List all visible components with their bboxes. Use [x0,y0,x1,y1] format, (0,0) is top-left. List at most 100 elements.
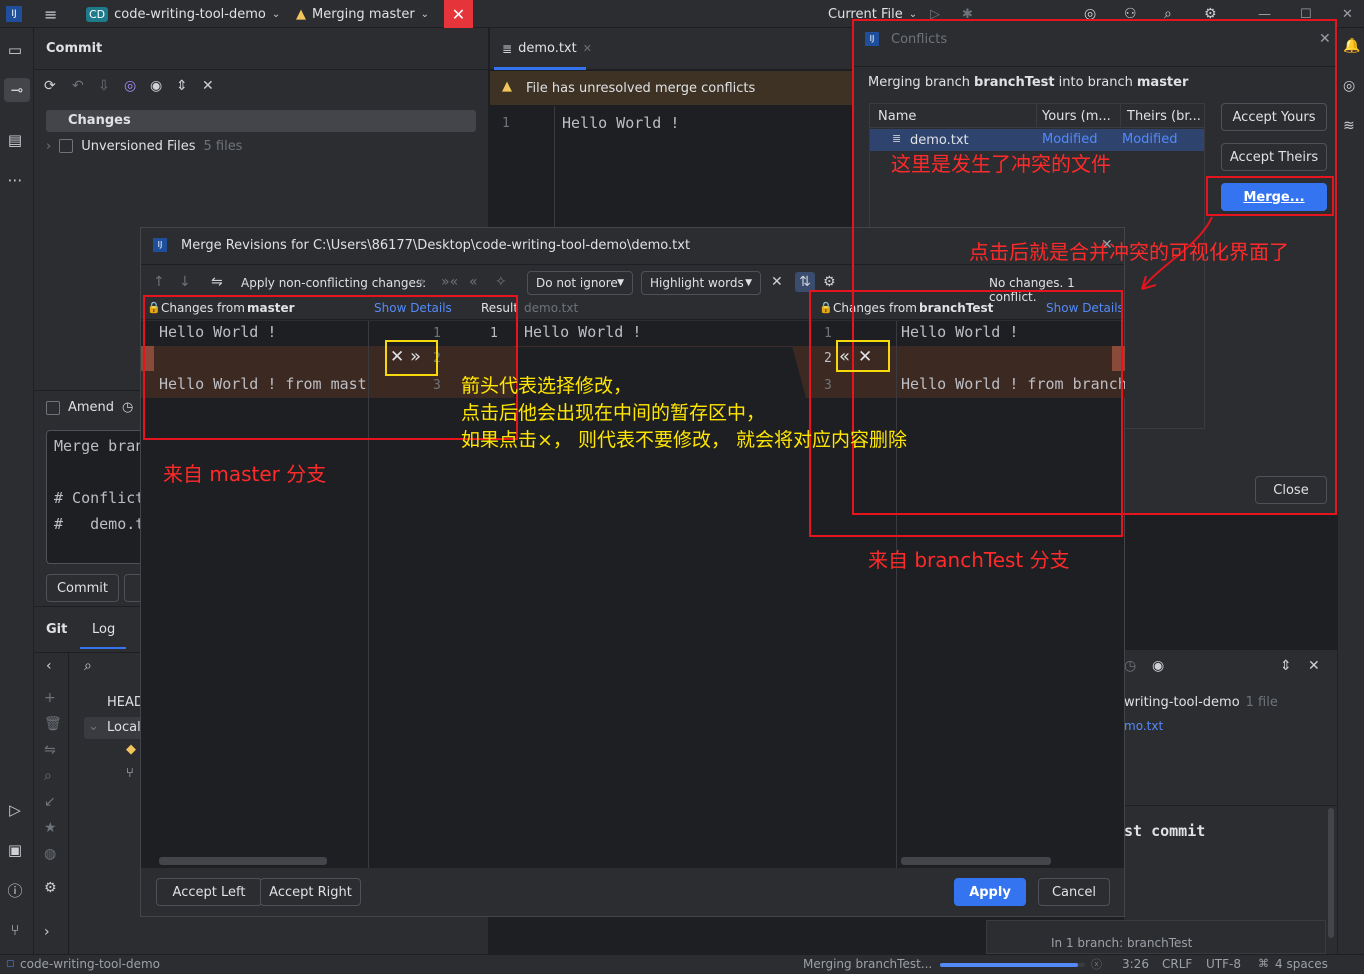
unversioned-checkbox[interactable] [59,139,74,153]
apply-left-arrow-icon[interactable]: » [410,346,421,367]
terminal-icon[interactable]: ▣ [2,838,28,862]
right-h-scrollbar[interactable] [901,857,1051,865]
collapse-icon[interactable]: ✕ [202,78,214,94]
expand-right-icon[interactable]: › [44,924,50,940]
status-encoding[interactable]: UTF-8 [1206,957,1241,971]
prev-diff-icon[interactable]: ↑ [153,274,165,290]
status-indent[interactable]: 4 spaces [1275,957,1328,971]
ignore-left-icon[interactable]: ✕ [390,347,404,367]
collapse-unchanged-icon[interactable]: ✕ [771,274,783,290]
update-branch-icon[interactable]: ↙ [44,794,56,810]
col-theirs[interactable]: Theirs (br... [1127,109,1201,124]
editor-tab[interactable]: ≣ demo.txt ✕ [502,41,592,56]
status-line-sep[interactable]: CRLF [1162,957,1192,971]
ai-icon[interactable]: ◎ [124,78,136,94]
diff-settings-icon[interactable]: ⚙ [823,274,836,290]
head-node[interactable]: HEAD [107,695,144,710]
commit-button[interactable]: Commit [46,574,119,602]
col-name[interactable]: Name [878,109,916,124]
result-line1[interactable]: Hello World ! [524,323,641,341]
status-position[interactable]: 3:26 [1122,957,1149,971]
editor-line-text[interactable]: Hello World ! [562,114,679,132]
folder-icon[interactable]: ▭ [2,38,28,62]
annotation-arrow-line1: 箭头代表选择修改， [461,375,633,397]
window-close-icon[interactable]: ✕ [1342,0,1353,28]
ignore-right-icon[interactable]: ✕ [858,347,872,367]
tab-git[interactable]: Git [46,622,67,637]
cancel-task-icon[interactable]: ⓧ [1091,956,1102,972]
jump-icon[interactable]: ⇋ [211,274,223,290]
sync-scroll-icon[interactable]: ⇅ [795,272,815,292]
branch-selector[interactable]: ▲ Merging master ⌄ [296,0,429,28]
eye-icon[interactable]: ◉ [1152,658,1164,674]
git-settings-icon[interactable]: ⚙ [44,880,57,896]
unversioned-files-node[interactable]: › Unversioned Files 5 files [46,136,242,156]
apply-all-icon[interactable]: »« [441,274,458,290]
log-search-icon[interactable]: ⌕ [84,658,92,674]
rollback-icon[interactable]: ↶ [72,78,84,94]
apply-nonconflicting-label: Apply non-conflicting changes: [241,276,427,290]
tab-log[interactable]: Log [92,622,115,637]
amend-checkbox[interactable] [46,400,60,415]
globe-icon[interactable]: ◍ [44,846,56,862]
git-icon[interactable]: ⑂ [2,918,28,942]
accept-theirs-button[interactable]: Accept Theirs [1221,143,1327,171]
more-icon[interactable]: ⋯ [2,168,28,192]
collapse-icon[interactable]: ✕ [1308,658,1320,674]
app-logo-icon[interactable]: IJ [6,0,22,28]
changed-file[interactable]: mo.txt [1124,719,1163,733]
ignore-dropdown[interactable]: Do not ignore ▼ [527,271,633,295]
tab-close-icon[interactable]: ✕ [583,42,592,55]
accept-yours-button[interactable]: Accept Yours [1221,103,1327,131]
scrollbar[interactable] [1328,808,1334,938]
fetch-icon[interactable]: ⇋ [44,742,56,758]
history-icon[interactable]: ◷ [1124,658,1136,674]
left-show-details[interactable]: Show Details [374,301,452,315]
annotation-after-click: 点击后就是合并冲突的可视化界面了 [969,240,1289,264]
apply-right-icon[interactable]: « [469,274,478,290]
apply-button[interactable]: Apply [954,878,1026,906]
services-icon[interactable]: ▷ [2,798,28,822]
refresh-icon[interactable]: ⟳ [44,78,56,94]
changes-node[interactable]: Changes [46,110,476,132]
star-icon[interactable]: ★ [44,820,57,836]
find-icon[interactable]: ⌕ [44,768,52,784]
commit-message-field[interactable]: Merge bran # Conflict # demo.t [46,430,146,564]
main-menu-icon[interactable]: ≡ [44,0,57,28]
add-icon[interactable]: + [44,690,56,706]
update-icon[interactable]: ⇩ [98,78,110,94]
local-node[interactable]: ⌄ Local [84,717,144,739]
amend-option[interactable]: Amend ◷ [46,400,133,415]
merge-button[interactable]: Merge... [1221,183,1327,211]
apply-right-arrow-icon[interactable]: « [839,346,850,367]
cancel-button[interactable]: Cancel [1038,878,1110,906]
project-selector[interactable]: CD code-writing-tool-demo ⌄ [86,0,280,28]
commit-icon[interactable]: ⊸ [4,78,30,102]
database-icon[interactable]: ≋ [1343,118,1355,134]
col-yours[interactable]: Yours (m... [1042,109,1111,124]
history-icon[interactable]: ◷ [122,400,133,415]
next-diff-icon[interactable]: ↓ [179,274,191,290]
accept-right-button[interactable]: Accept Right [260,878,361,906]
status-task[interactable]: Merging branchTest... [803,957,932,971]
apply-left-icon[interactable]: » [417,274,426,290]
ai-chat-icon[interactable]: ◎ [1343,78,1355,94]
notifications-icon[interactable]: 🔔 [1343,38,1360,54]
highlight-dropdown[interactable]: Highlight words ▼ [641,271,761,295]
problems-icon[interactable]: ⓘ [2,878,28,902]
repo-label[interactable]: writing-tool-demo [1124,695,1240,710]
magic-resolve-icon[interactable]: ✧ [495,274,507,290]
abort-merge-button[interactable]: ✕ [444,0,473,28]
expand-icon[interactable]: ⇕ [1280,658,1292,674]
dialog-close-icon[interactable]: ✕ [1319,31,1331,47]
status-project[interactable]: code-writing-tool-demo [20,957,160,971]
close-button[interactable]: Close [1255,476,1327,504]
delete-icon[interactable]: 🗑 [44,716,62,732]
right-show-details[interactable]: Show Details [1046,301,1124,315]
expand-icon[interactable]: ⇕ [176,78,188,94]
eye-icon[interactable]: ◉ [150,78,162,94]
left-h-scrollbar[interactable] [159,857,327,865]
back-icon[interactable]: ‹ [46,658,52,674]
accept-left-button[interactable]: Accept Left [156,878,262,906]
structure-icon[interactable]: ▤ [2,128,28,152]
